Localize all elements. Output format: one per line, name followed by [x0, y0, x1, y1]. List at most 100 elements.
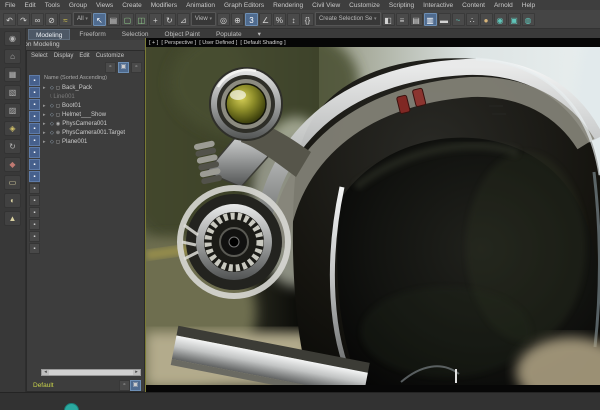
redo-icon[interactable]: ↷: [17, 12, 30, 26]
tab-freeform[interactable]: Freeform: [72, 29, 112, 40]
snaps-toggle-icon[interactable]: 3: [244, 12, 258, 26]
select-by-name-icon[interactable]: ▤: [106, 12, 120, 26]
menu-edit[interactable]: Edit: [24, 2, 35, 9]
sphere-primitive-icon[interactable]: ◐: [4, 193, 21, 208]
menu-create[interactable]: Create: [122, 2, 142, 9]
explorer-sync-icon[interactable]: ▣: [118, 62, 129, 73]
menu-rendering[interactable]: Rendering: [273, 2, 303, 9]
list-item[interactable]: ▸ ◇ ◻ Back_Pack: [43, 83, 144, 92]
tab-modeling[interactable]: Modeling: [28, 29, 71, 40]
filter-geometry-icon[interactable]: ▪: [29, 87, 40, 98]
visibility-icon[interactable]: ◇: [50, 139, 54, 145]
ribbon-toggle-icon[interactable]: ▬: [437, 12, 451, 26]
filter-materials-icon[interactable]: ▪: [29, 207, 40, 218]
render-setup-icon[interactable]: ◉: [493, 12, 507, 26]
explorer-menu-customize[interactable]: Customize: [96, 53, 124, 59]
menu-group[interactable]: Group: [69, 2, 87, 9]
named-selection-sets-dropdown[interactable]: Create Selection Se ▾: [314, 12, 381, 26]
list-item[interactable]: ▸ ◇ ◻ Helmet___Show: [43, 110, 144, 119]
scroll-right-icon[interactable]: ▸: [133, 370, 140, 375]
expand-arrow-icon[interactable]: ▸: [43, 103, 48, 109]
expand-arrow-icon[interactable]: ▸: [43, 130, 48, 136]
swatch-icon[interactable]: ▭: [4, 175, 21, 190]
grid-layout-3-icon[interactable]: ▨: [4, 103, 21, 118]
explorer-menu-display[interactable]: Display: [54, 53, 74, 59]
filter-bones-icon[interactable]: ▪: [29, 183, 40, 194]
perspective-viewport[interactable]: [145, 47, 600, 385]
select-object-icon[interactable]: ↖: [92, 12, 106, 26]
align-icon[interactable]: ≡: [395, 12, 409, 26]
explorer-menu-edit[interactable]: Edit: [79, 53, 89, 59]
visibility-icon[interactable]: ◇: [50, 85, 54, 91]
menu-scripting[interactable]: Scripting: [389, 2, 414, 9]
rendered-frame-window-icon[interactable]: ▣: [507, 12, 521, 26]
menu-tools[interactable]: Tools: [45, 2, 60, 9]
select-and-rotate-icon[interactable]: ↻: [162, 12, 176, 26]
angle-snap-icon[interactable]: ∠: [258, 12, 272, 26]
viewport-menu-general[interactable]: [ + ]: [149, 40, 158, 46]
percent-snap-icon[interactable]: %: [272, 12, 286, 26]
scene-eye-icon[interactable]: ◉: [4, 31, 21, 46]
filter-hidden-icon[interactable]: ▪: [29, 231, 40, 242]
filter-spacewarps-icon[interactable]: ▪: [29, 147, 40, 158]
mirror-icon[interactable]: ◧: [381, 12, 395, 26]
list-item[interactable]: \ Line001: [43, 92, 144, 101]
visibility-icon[interactable]: ◇: [50, 112, 54, 118]
unlink-selection-icon[interactable]: ⊘: [45, 12, 58, 26]
list-item[interactable]: ▸ ◇ ◉ PhysCamera001: [43, 119, 144, 128]
explorer-lock-icon[interactable]: ▫: [131, 62, 142, 73]
visibility-icon[interactable]: ◇: [50, 103, 54, 109]
footer-list-icon[interactable]: ▫: [119, 379, 130, 391]
reference-coordinate-dropdown[interactable]: View ▾: [190, 12, 216, 26]
menu-views[interactable]: Views: [96, 2, 113, 9]
select-and-scale-icon[interactable]: ⊿: [176, 12, 190, 26]
filter-settings-icon[interactable]: ▪: [29, 243, 40, 254]
scene-explorer-toggle-icon[interactable]: ▥: [423, 12, 437, 26]
rotate-tool-icon[interactable]: ↻: [4, 139, 21, 154]
explorer-menu-select[interactable]: Select: [31, 53, 48, 59]
edit-named-selection-sets-icon[interactable]: {}: [300, 12, 314, 26]
expand-arrow-icon[interactable]: ▸: [43, 139, 48, 145]
filter-xrefs-icon[interactable]: ▪: [29, 171, 40, 182]
filter-containers-icon[interactable]: ▪: [29, 195, 40, 206]
filter-shapes-icon[interactable]: ▪: [29, 99, 40, 110]
footer-view-icon[interactable]: ▣: [130, 379, 141, 391]
render-production-icon[interactable]: ◍: [521, 12, 535, 26]
menu-help[interactable]: Help: [522, 2, 535, 9]
material-editor-icon[interactable]: ●: [479, 12, 493, 26]
list-item[interactable]: ▸ ◇ ◻ Plane001: [43, 137, 144, 146]
material-gem-icon[interactable]: ◈: [4, 121, 21, 136]
filter-helpers-icon[interactable]: ▪: [29, 135, 40, 146]
menu-file[interactable]: File: [5, 2, 15, 9]
filter-groups-icon[interactable]: ▪: [29, 159, 40, 170]
rectangular-selection-region-icon[interactable]: ▢: [120, 12, 134, 26]
schematic-view-icon[interactable]: ∴: [465, 12, 479, 26]
scroll-left-icon[interactable]: ◂: [42, 370, 49, 375]
expand-arrow-icon[interactable]: ▸: [43, 85, 48, 91]
menu-content[interactable]: Content: [462, 2, 485, 9]
expand-arrow-icon[interactable]: ▸: [43, 112, 48, 118]
select-and-move-icon[interactable]: +: [148, 12, 162, 26]
cone-primitive-icon[interactable]: ▲: [4, 211, 21, 226]
bind-to-space-warp-icon[interactable]: ≈: [59, 12, 72, 26]
select-and-manipulate-icon[interactable]: ⊕: [230, 12, 244, 26]
select-and-link-icon[interactable]: ∞: [31, 12, 44, 26]
use-pivot-point-center-icon[interactable]: ◎: [216, 12, 230, 26]
menu-civil-view[interactable]: Civil View: [312, 2, 340, 9]
viewport-menu-shading[interactable]: [ Default Shading ]: [240, 40, 285, 46]
menu-graph-editors[interactable]: Graph Editors: [224, 2, 264, 9]
grid-layout-2-icon[interactable]: ▧: [4, 85, 21, 100]
paint-tool-icon[interactable]: ◆: [4, 157, 21, 172]
viewport-menu-pov[interactable]: [ Perspective ]: [161, 40, 196, 46]
visibility-icon[interactable]: ◇: [50, 121, 54, 127]
menu-modifiers[interactable]: Modifiers: [151, 2, 177, 9]
grid-layout-icon[interactable]: ▦: [4, 67, 21, 82]
horizontal-scrollbar[interactable]: ◂ ▸: [41, 369, 141, 376]
menu-arnold[interactable]: Arnold: [494, 2, 513, 9]
menu-customize[interactable]: Customize: [349, 2, 380, 9]
filter-cameras-icon[interactable]: ▪: [29, 123, 40, 134]
spinner-snap-icon[interactable]: ↕: [286, 12, 300, 26]
viewport-menu-view[interactable]: [ User Defined ]: [199, 40, 237, 46]
visibility-icon[interactable]: ◇: [50, 130, 54, 136]
default-set-label[interactable]: Default: [33, 382, 119, 389]
